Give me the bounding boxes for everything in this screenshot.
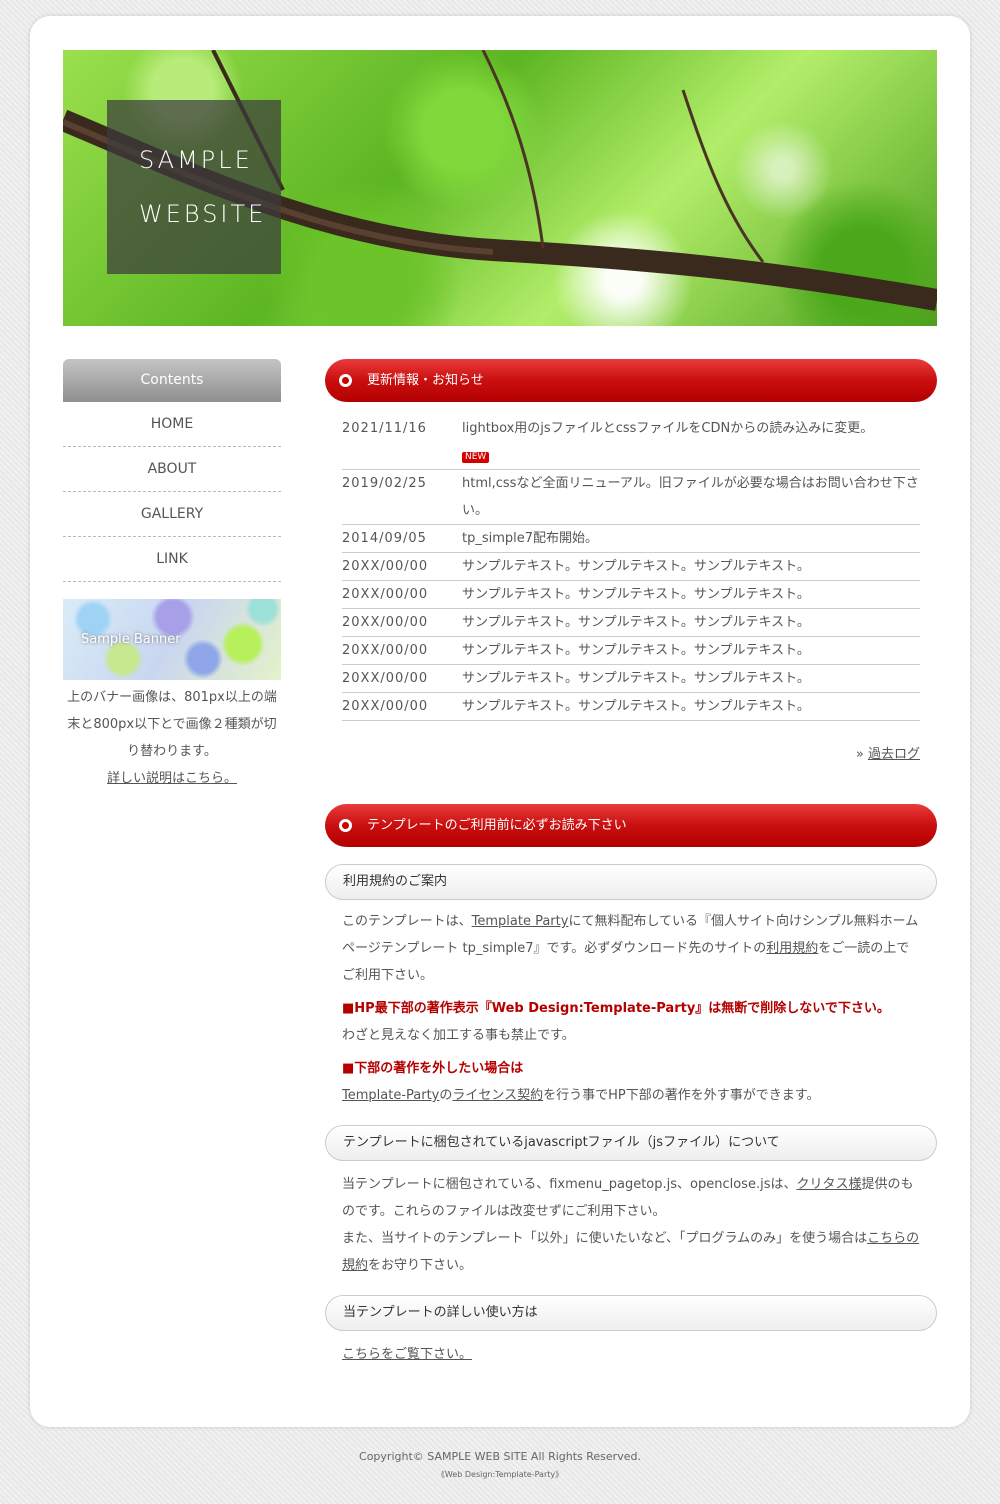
sidebar: Contents HOME ABOUT GALLERY LINK Sample … [63, 359, 281, 792]
terms-subheading: 利用規約のご案内 [325, 864, 937, 900]
news-text: サンプルテキスト。サンプルテキスト。サンプルテキスト。 [462, 559, 810, 574]
js-paragraph: 当テンプレートに梱包されている、fixmenu_pagetop.js、openc… [342, 1171, 920, 1279]
sidebar-item-gallery[interactable]: GALLERY [63, 492, 281, 537]
sample-banner[interactable]: Sample Banner [63, 599, 281, 680]
news-row: 20XX/00/00 サンプルテキスト。サンプルテキスト。サンプルテキスト。 [342, 609, 920, 637]
news-list: 2021/11/16 lightbox用のjsファイルとcssファイルをCDNか… [342, 415, 920, 721]
circle-bullet-icon [339, 819, 352, 832]
warning-note: わざと見えなく加工する事も禁止です。 [342, 1028, 575, 1043]
usage-subheading: 当テンプレートの詳しい使い方は [325, 1295, 937, 1331]
news-date: 20XX/00/00 [342, 559, 429, 574]
sidebar-menu-title: Contents [63, 359, 281, 402]
past-log-prefix: » [855, 747, 868, 762]
sidebar-item-home[interactable]: HOME [63, 402, 281, 447]
news-row: 20XX/00/00 サンプルテキスト。サンプルテキスト。サンプルテキスト。 [342, 665, 920, 693]
warning-remove-credit: ■下部の著作を外したい場合は [342, 1061, 524, 1076]
critus-link[interactable]: クリタス様 [796, 1177, 861, 1192]
copyright: Copyright© SAMPLE WEB SITE All Rights Re… [359, 1450, 641, 1463]
news-text: html,cssなど全面リニューアル。旧ファイルが必要な場合はお問い合わせ下さい… [462, 476, 919, 518]
banner-note-line: り替わります。 [127, 744, 217, 759]
banner-note-line: 末と800px以下とで画像２種類が切 [67, 717, 277, 732]
news-text: サンプルテキスト。サンプルテキスト。サンプルテキスト。 [462, 587, 810, 602]
banner-note: 上のバナー画像は、801px以上の端 末と800px以下とで画像２種類が切 り替… [63, 684, 281, 792]
header-image: SAMPLE WEBSITE [63, 50, 937, 326]
news-date: 20XX/00/00 [342, 587, 429, 602]
news-date: 2019/02/25 [342, 476, 427, 491]
news-text: tp_simple7配布開始。 [462, 531, 599, 546]
sidebar-item-link[interactable]: LINK [63, 537, 281, 582]
template-party-link-2[interactable]: Template-Party [342, 1088, 439, 1103]
news-text-body: lightbox用のjsファイルとcssファイルをCDNからの読み込みに変更。 [462, 421, 874, 436]
terms-link[interactable]: 利用規約 [766, 941, 818, 956]
past-log-link[interactable]: 過去ログ [868, 747, 920, 762]
template-credit[interactable]: 《Web Design:Template-Party》 [0, 1469, 1000, 1480]
page-container: SAMPLE WEBSITE Contents HOME ABOUT GALLE… [30, 16, 970, 1427]
news-row: 2021/11/16 lightbox用のjsファイルとcssファイルをCDNか… [342, 415, 920, 470]
banner-detail-link[interactable]: 詳しい説明はこちら。 [107, 771, 237, 786]
news-row: 2019/02/25 html,cssなど全面リニューアル。旧ファイルが必要な場… [342, 470, 920, 525]
footer: Copyright© SAMPLE WEB SITE All Rights Re… [0, 1450, 1000, 1480]
news-date: 20XX/00/00 [342, 699, 429, 714]
logo-line-2: WEBSITE [139, 200, 267, 228]
news-text: サンプルテキスト。サンプルテキスト。サンプルテキスト。 [462, 671, 810, 686]
news-heading-text: 更新情報・お知らせ [367, 373, 484, 388]
news-row: 20XX/00/00 サンプルテキスト。サンプルテキスト。サンプルテキスト。 [342, 581, 920, 609]
news-text: lightbox用のjsファイルとcssファイルをCDNからの読み込みに変更。 … [462, 415, 920, 469]
warning-copyright: ■HP最下部の著作表示『Web Design:Template-Party』は無… [342, 1001, 890, 1016]
logo-line-1: SAMPLE [139, 146, 253, 174]
news-date: 2014/09/05 [342, 531, 427, 546]
news-row: 20XX/00/00 サンプルテキスト。サンプルテキスト。サンプルテキスト。 [342, 693, 920, 721]
news-text: サンプルテキスト。サンプルテキスト。サンプルテキスト。 [462, 643, 810, 658]
news-date: 20XX/00/00 [342, 615, 429, 630]
site-logo[interactable]: SAMPLE WEBSITE [107, 100, 281, 274]
usage-link[interactable]: こちらをご覧下さい。 [342, 1347, 472, 1362]
template-party-link[interactable]: Template Party [472, 914, 569, 929]
text-run: を行う事でHP下部の著作を外す事ができます。 [543, 1088, 820, 1103]
template-heading-text: テンプレートのご利用前に必ずお読み下さい [367, 818, 627, 833]
text-run: このテンプレートは、 [342, 914, 472, 929]
new-badge: NEW [462, 452, 490, 463]
circle-bullet-icon [339, 374, 352, 387]
text-run: をお守り下さい。 [368, 1258, 473, 1273]
news-heading: 更新情報・お知らせ [325, 359, 937, 402]
past-log: » 過去ログ [325, 743, 920, 762]
license-paragraph: Template-Partyのライセンス契約を行う事でHP下部の著作を外す事がで… [342, 1082, 920, 1109]
news-row: 20XX/00/00 サンプルテキスト。サンプルテキスト。サンプルテキスト。 [342, 637, 920, 665]
banner-label: Sample Banner [81, 632, 181, 647]
news-row: 20XX/00/00 サンプルテキスト。サンプルテキスト。サンプルテキスト。 [342, 553, 920, 581]
main-content: 更新情報・お知らせ 2021/11/16 lightbox用のjsファイルとcs… [325, 359, 937, 1368]
terms-paragraph: このテンプレートは、Template Partyにて無料配布している『個人サイト… [342, 908, 920, 989]
license-link[interactable]: ライセンス契約 [452, 1088, 543, 1103]
usage-paragraph: こちらをご覧下さい。 [342, 1341, 920, 1368]
template-heading: テンプレートのご利用前に必ずお読み下さい [325, 804, 937, 847]
news-row: 2014/09/05 tp_simple7配布開始。 [342, 525, 920, 553]
news-date: 2021/11/16 [342, 421, 427, 436]
js-subheading: テンプレートに梱包されているjavascriptファイル（jsファイル）について [325, 1125, 937, 1161]
text-run: また、当サイトのテンプレート「以外」に使いたいなど、「プログラムのみ」を使う場合… [342, 1231, 868, 1246]
news-date: 20XX/00/00 [342, 671, 429, 686]
banner-note-line: 上のバナー画像は、801px以上の端 [67, 690, 277, 705]
news-text: サンプルテキスト。サンプルテキスト。サンプルテキスト。 [462, 615, 810, 630]
text-run: 当テンプレートに梱包されている、fixmenu_pagetop.js、openc… [342, 1177, 797, 1192]
news-text: サンプルテキスト。サンプルテキスト。サンプルテキスト。 [462, 699, 810, 714]
text-run: の [439, 1088, 453, 1103]
news-date: 20XX/00/00 [342, 643, 429, 658]
sidebar-item-about[interactable]: ABOUT [63, 447, 281, 492]
